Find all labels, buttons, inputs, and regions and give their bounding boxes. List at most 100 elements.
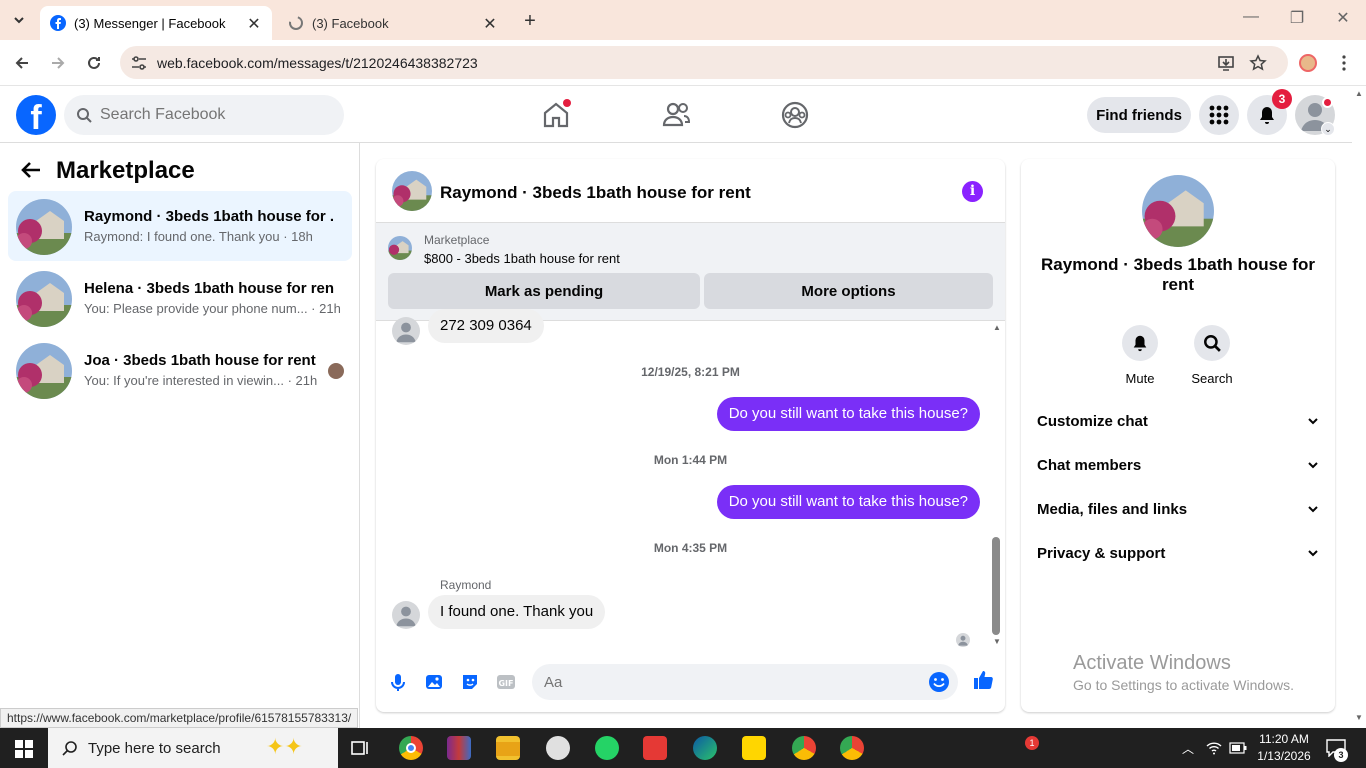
like-thumb-icon[interactable]	[972, 669, 994, 691]
groups-icon[interactable]	[779, 99, 811, 131]
menu-grid-button[interactable]	[1199, 95, 1239, 135]
message-bubble[interactable]: I found one. Thank you	[428, 595, 606, 629]
conversation-item[interactable]: Joa · 3beds 1bath house for rent You: If…	[8, 335, 352, 405]
show-hidden-icons[interactable]: ︿	[1182, 740, 1194, 757]
message-bubble[interactable]: Do you still want to take this house?	[716, 397, 980, 431]
image-icon[interactable]	[424, 672, 444, 692]
browser-tab-bar: (3) Messenger | Facebook ✕ (3) Facebook …	[0, 0, 1366, 40]
message-bubble[interactable]: Do you still want to take this house?	[716, 485, 980, 519]
chrome-profile-icon[interactable]	[840, 736, 864, 760]
avatar[interactable]	[1142, 175, 1214, 247]
media-files-links-section[interactable]: Media, files and links	[1037, 489, 1319, 529]
whatsapp-icon[interactable]	[595, 736, 619, 760]
sticker-icon[interactable]	[460, 672, 480, 692]
friends-icon[interactable]	[660, 99, 692, 131]
wifi-icon[interactable]	[1206, 741, 1222, 755]
close-tab-icon[interactable]: ✕	[482, 14, 498, 34]
clock-time[interactable]: 11:20 AM	[1252, 732, 1316, 746]
section-label: Media, files and links	[1037, 500, 1188, 518]
battery-icon[interactable]	[1229, 742, 1247, 754]
message-scrollbar[interactable]: ▲ ▼	[990, 321, 1002, 652]
conversation-list-panel: Marketplace Raymond · 3beds 1bath house …	[0, 143, 360, 728]
bookmark-star-icon[interactable]	[1245, 50, 1271, 76]
chrome-profile-icon[interactable]	[792, 736, 816, 760]
tab-list-button[interactable]	[6, 8, 32, 32]
profile-avatar-icon[interactable]	[1295, 50, 1321, 76]
omnibox[interactable]: web.facebook.com/messages/t/212024643838…	[120, 46, 1288, 79]
account-alert-dot	[1322, 97, 1333, 108]
mute-button[interactable]: Mute	[1110, 325, 1170, 386]
winrar-icon[interactable]	[447, 736, 471, 760]
reload-icon[interactable]	[81, 50, 107, 76]
back-arrow-icon[interactable]	[20, 159, 42, 181]
avatar[interactable]	[392, 171, 432, 211]
find-friends-button[interactable]: Find friends	[1087, 97, 1191, 133]
menu-icon[interactable]	[1331, 50, 1357, 76]
mark-pending-button[interactable]: Mark as pending	[388, 273, 700, 309]
close-tab-icon[interactable]: ✕	[246, 14, 262, 34]
home-icon[interactable]	[540, 99, 572, 131]
taskbar-search-placeholder: Type here to search	[88, 739, 221, 757]
grid-icon	[1209, 105, 1229, 125]
restore-icon[interactable]: ❐	[1283, 8, 1311, 28]
conversation-snippet: Raymond: I found one. Thank you · 18h	[84, 229, 313, 244]
avatar	[16, 271, 72, 327]
watermark-title: Activate Windows	[1073, 652, 1231, 674]
tab-facebook[interactable]: (3) Facebook ✕	[278, 6, 508, 40]
gif-icon[interactable]: GIF	[496, 672, 516, 692]
avatar	[392, 601, 420, 629]
chat-members-section[interactable]: Chat members	[1037, 445, 1319, 485]
paint-icon[interactable]	[546, 736, 570, 760]
scroll-down-icon[interactable]: ▼	[993, 637, 1001, 646]
install-app-icon[interactable]	[1213, 50, 1239, 76]
scroll-up-icon[interactable]: ▲	[1355, 89, 1363, 98]
site-info-icon[interactable]	[130, 54, 148, 72]
page-scrollbar[interactable]: ▲ ▼	[1352, 87, 1366, 728]
file-explorer-icon[interactable]	[496, 736, 520, 760]
customize-chat-section[interactable]: Customize chat	[1037, 401, 1319, 441]
search-box[interactable]	[64, 95, 344, 135]
chevron-down-icon	[14, 17, 24, 24]
tray-app-badge[interactable]: 1	[1025, 736, 1039, 750]
conversation-item[interactable]: Raymond · 3beds 1bath house for ... Raym…	[8, 191, 352, 261]
chat-title[interactable]: Raymond · 3beds 1bath house for rent	[440, 183, 751, 203]
facebook-logo-icon[interactable]: f	[16, 95, 56, 135]
task-view-icon[interactable]	[348, 736, 372, 760]
new-tab-icon[interactable]: +	[518, 10, 542, 33]
conversation-item[interactable]: Helena · 3beds 1bath house for rent You:…	[8, 263, 352, 333]
minimize-icon[interactable]: —	[1237, 8, 1265, 26]
sender-name: Raymond	[440, 578, 492, 592]
listing-label: Marketplace	[424, 233, 490, 247]
privacy-support-section[interactable]: Privacy & support	[1037, 533, 1319, 573]
more-options-button[interactable]: More options	[704, 273, 993, 309]
message-input-box[interactable]	[532, 664, 958, 700]
windows-taskbar: Type here to search ✦✦ 1 ︿ 11:20 AM 1/13…	[0, 728, 1366, 768]
tab-messenger[interactable]: (3) Messenger | Facebook ✕	[40, 6, 272, 40]
message-input[interactable]	[544, 673, 914, 691]
edge-icon[interactable]	[693, 736, 717, 760]
url-text: web.facebook.com/messages/t/212024643838…	[157, 54, 478, 71]
windows-start-icon[interactable]	[15, 740, 33, 758]
taskbar-search[interactable]: Type here to search ✦✦	[48, 728, 338, 768]
scroll-up-icon[interactable]: ▲	[993, 323, 1001, 332]
anydesk-icon[interactable]	[643, 736, 667, 760]
scroll-down-icon[interactable]: ▼	[1355, 713, 1363, 722]
message-bubble[interactable]: 272 309 0364	[428, 309, 544, 343]
search-input[interactable]	[100, 106, 320, 124]
sticky-notes-icon[interactable]	[742, 736, 766, 760]
avatar	[16, 199, 72, 255]
back-icon[interactable]	[9, 50, 35, 76]
emoji-icon[interactable]	[928, 671, 950, 693]
search-icon	[1204, 335, 1221, 352]
listing-thumbnail[interactable]	[388, 236, 412, 260]
forward-icon[interactable]	[45, 50, 71, 76]
microphone-icon[interactable]	[388, 672, 408, 692]
chrome-icon[interactable]	[399, 736, 423, 760]
scrollbar-thumb[interactable]	[992, 537, 1000, 635]
clock-date[interactable]: 1/13/2026	[1252, 749, 1316, 763]
info-icon[interactable]: i	[962, 181, 983, 202]
listing-price-title[interactable]: $800 - 3beds 1bath house for rent	[424, 251, 620, 266]
search-conversation-button[interactable]: Search	[1182, 325, 1242, 386]
chevron-down-icon	[1308, 550, 1318, 557]
window-close-icon[interactable]: ✕	[1329, 8, 1357, 28]
